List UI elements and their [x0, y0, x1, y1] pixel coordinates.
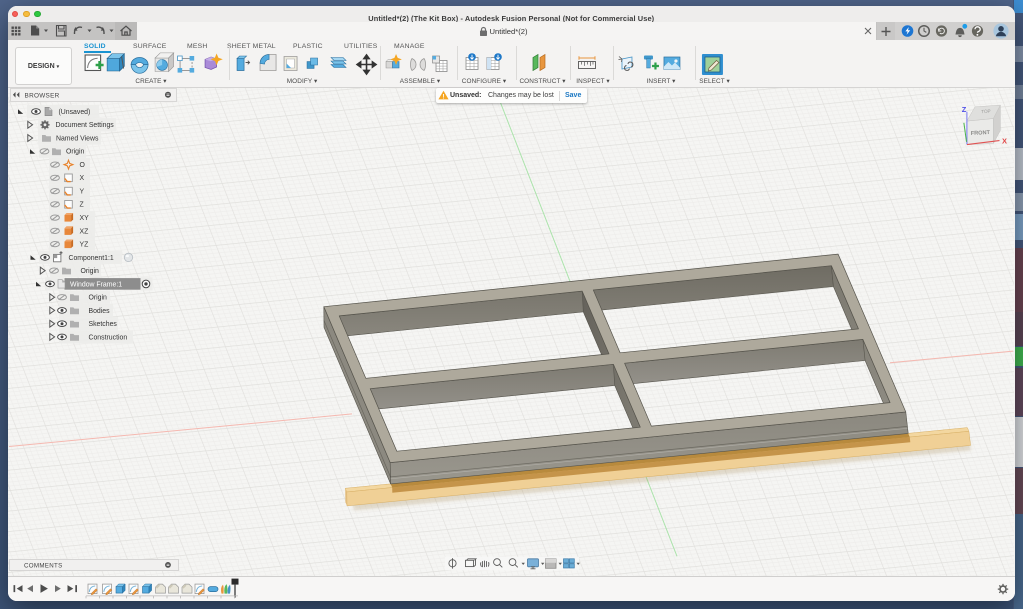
svg-text:Origin: Origin — [66, 149, 85, 156]
svg-text:Origin: Origin — [81, 268, 100, 275]
svg-text:BROWSER: BROWSER — [24, 92, 59, 99]
svg-text:Z: Z — [80, 202, 84, 209]
svg-text:Sketches: Sketches — [89, 321, 118, 328]
svg-text:Construction: Construction — [89, 334, 128, 341]
svg-text:O: O — [80, 162, 86, 169]
svg-text:Origin: Origin — [89, 295, 108, 302]
svg-text:COMMENTS: COMMENTS — [24, 562, 62, 569]
svg-text:Bodies: Bodies — [89, 308, 111, 315]
svg-text:Y: Y — [80, 189, 85, 196]
svg-text:YZ: YZ — [80, 242, 89, 249]
svg-text:Document Settings: Document Settings — [56, 122, 115, 129]
svg-text:FRONT: FRONT — [971, 130, 991, 137]
svg-text:TOP: TOP — [981, 108, 991, 114]
svg-text:(Unsaved): (Unsaved) — [59, 109, 91, 116]
svg-text:Window Frame:1: Window Frame:1 — [70, 281, 122, 288]
svg-text:!: ! — [442, 94, 444, 101]
svg-text:X: X — [1002, 136, 1007, 145]
svg-text:XY: XY — [80, 215, 90, 222]
svg-text:XZ: XZ — [80, 228, 89, 235]
svg-text:X: X — [80, 175, 85, 182]
svg-text:Component1:1: Component1:1 — [69, 255, 114, 262]
svg-text:Z: Z — [962, 104, 967, 113]
svg-text:Named Views: Named Views — [56, 135, 99, 142]
